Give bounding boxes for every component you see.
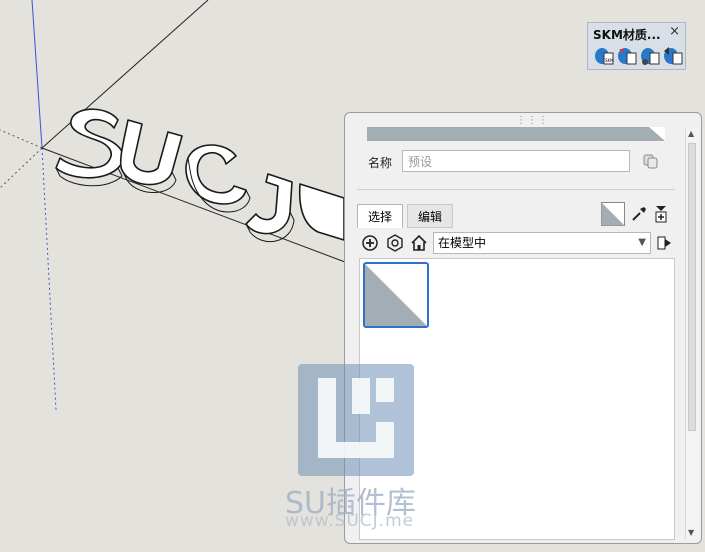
scrollbar-thumb[interactable] <box>688 143 696 431</box>
duplicate-material-icon[interactable] <box>643 153 659 169</box>
skm-material-3-icon[interactable] <box>639 45 661 67</box>
tab-select[interactable]: 选择 <box>357 204 403 228</box>
details-arrow-icon[interactable] <box>656 235 672 251</box>
panel-grip-handle[interactable]: ⋮⋮⋮ <box>516 115 549 126</box>
skm-material-1-icon[interactable]: SKM <box>593 45 615 67</box>
vertical-scrollbar[interactable]: ▲ ▼ <box>685 129 699 539</box>
create-material-icon[interactable] <box>654 205 668 223</box>
scroll-up-icon[interactable]: ▲ <box>688 129 694 138</box>
section-divider <box>357 189 675 190</box>
skm-material-2-icon[interactable] <box>616 45 638 67</box>
sucj-3d-text[interactable] <box>55 108 345 241</box>
material-thumbnail[interactable] <box>363 262 429 328</box>
chevron-down-icon: ▼ <box>638 237 646 248</box>
material-preview-swatch <box>367 127 665 141</box>
skm-material-toolbar[interactable]: SKM材质... × SKM <box>587 22 686 70</box>
watermark-url: www.SUCJ.me <box>285 511 415 531</box>
watermark-logo <box>298 364 414 476</box>
name-input[interactable] <box>403 152 629 172</box>
blue-axis-below <box>41 147 57 411</box>
svg-text:SKM: SKM <box>605 58 614 63</box>
home-icon[interactable] <box>410 234 428 252</box>
eyedropper-icon[interactable] <box>630 205 648 223</box>
add-icon[interactable] <box>361 234 379 252</box>
name-label: 名称 <box>368 156 393 170</box>
current-material-swatch-icon[interactable] <box>601 202 625 226</box>
skm-material-4-icon[interactable] <box>662 45 684 67</box>
library-select-value: 在模型中 <box>438 236 487 250</box>
tab-edit[interactable]: 编辑 <box>407 204 453 228</box>
plane-edge-back <box>41 0 209 149</box>
green-axis <box>0 129 43 149</box>
library-select[interactable]: 在模型中 ▼ <box>433 232 651 254</box>
blue-axis <box>31 0 43 149</box>
name-field[interactable] <box>402 150 630 172</box>
red-axis <box>0 147 43 189</box>
close-icon[interactable]: × <box>669 24 680 39</box>
toolbar-title: SKM材质... <box>593 28 661 42</box>
sample-paint-icon[interactable] <box>386 234 404 252</box>
scroll-down-icon[interactable]: ▼ <box>688 528 694 537</box>
